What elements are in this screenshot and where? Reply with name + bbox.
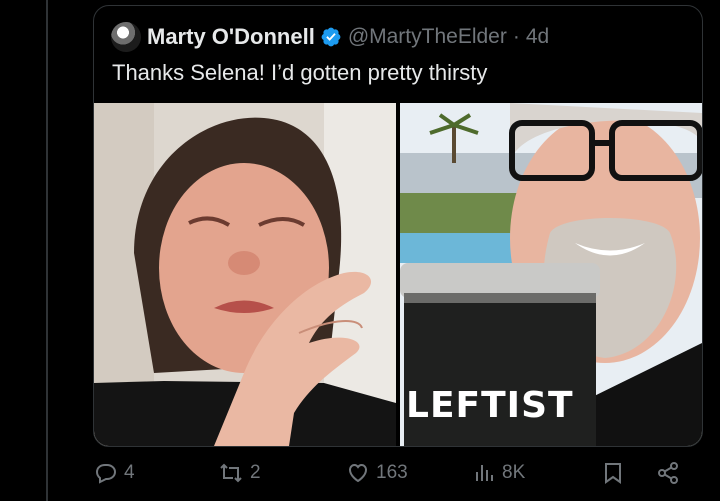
media-photo-left[interactable] [94, 103, 396, 446]
action-bar: 4 2 163 8K [94, 458, 694, 488]
reply-button[interactable]: 4 [94, 458, 135, 488]
crying-woman-photo [94, 103, 396, 446]
views-count: 8K [502, 462, 526, 483]
quoted-tweet-card[interactable]: Marty O'Donnell @MartyTheElder · 4d Than… [93, 5, 703, 447]
bookmark-button[interactable] [602, 458, 624, 488]
share-button[interactable] [656, 458, 680, 488]
thread-line [46, 0, 48, 501]
post-time[interactable]: 4d [526, 25, 549, 49]
views-button[interactable]: 8K [472, 458, 525, 488]
heart-icon [348, 463, 368, 483]
media-grid: LEFTIST [94, 103, 702, 446]
quote-text: Thanks Selena! I’d gotten pretty thirsty [112, 60, 488, 85]
share-icon [658, 462, 678, 484]
reply-count: 4 [124, 462, 135, 483]
media-photo-right[interactable]: LEFTIST [400, 103, 702, 446]
repost-count: 2 [250, 462, 261, 483]
like-button[interactable]: 163 [346, 458, 408, 488]
user-handle[interactable]: @MartyTheElder [348, 25, 507, 49]
like-count: 163 [376, 462, 408, 483]
repost-button[interactable]: 2 [218, 458, 261, 488]
quote-header: Marty O'Donnell @MartyTheElder · 4d [111, 20, 549, 54]
tweet-page: Marty O'Donnell @MartyTheElder · 4d Than… [0, 0, 720, 501]
avatar[interactable] [111, 22, 141, 52]
repost-icon [220, 463, 242, 483]
bookmark-icon [605, 463, 621, 484]
views-icon [476, 465, 493, 481]
display-name[interactable]: Marty O'Donnell [147, 24, 315, 50]
verified-badge-icon [321, 27, 341, 47]
cup-text: LEFTIST [406, 385, 574, 426]
header-separator: · [512, 25, 520, 48]
reply-icon [95, 464, 117, 484]
